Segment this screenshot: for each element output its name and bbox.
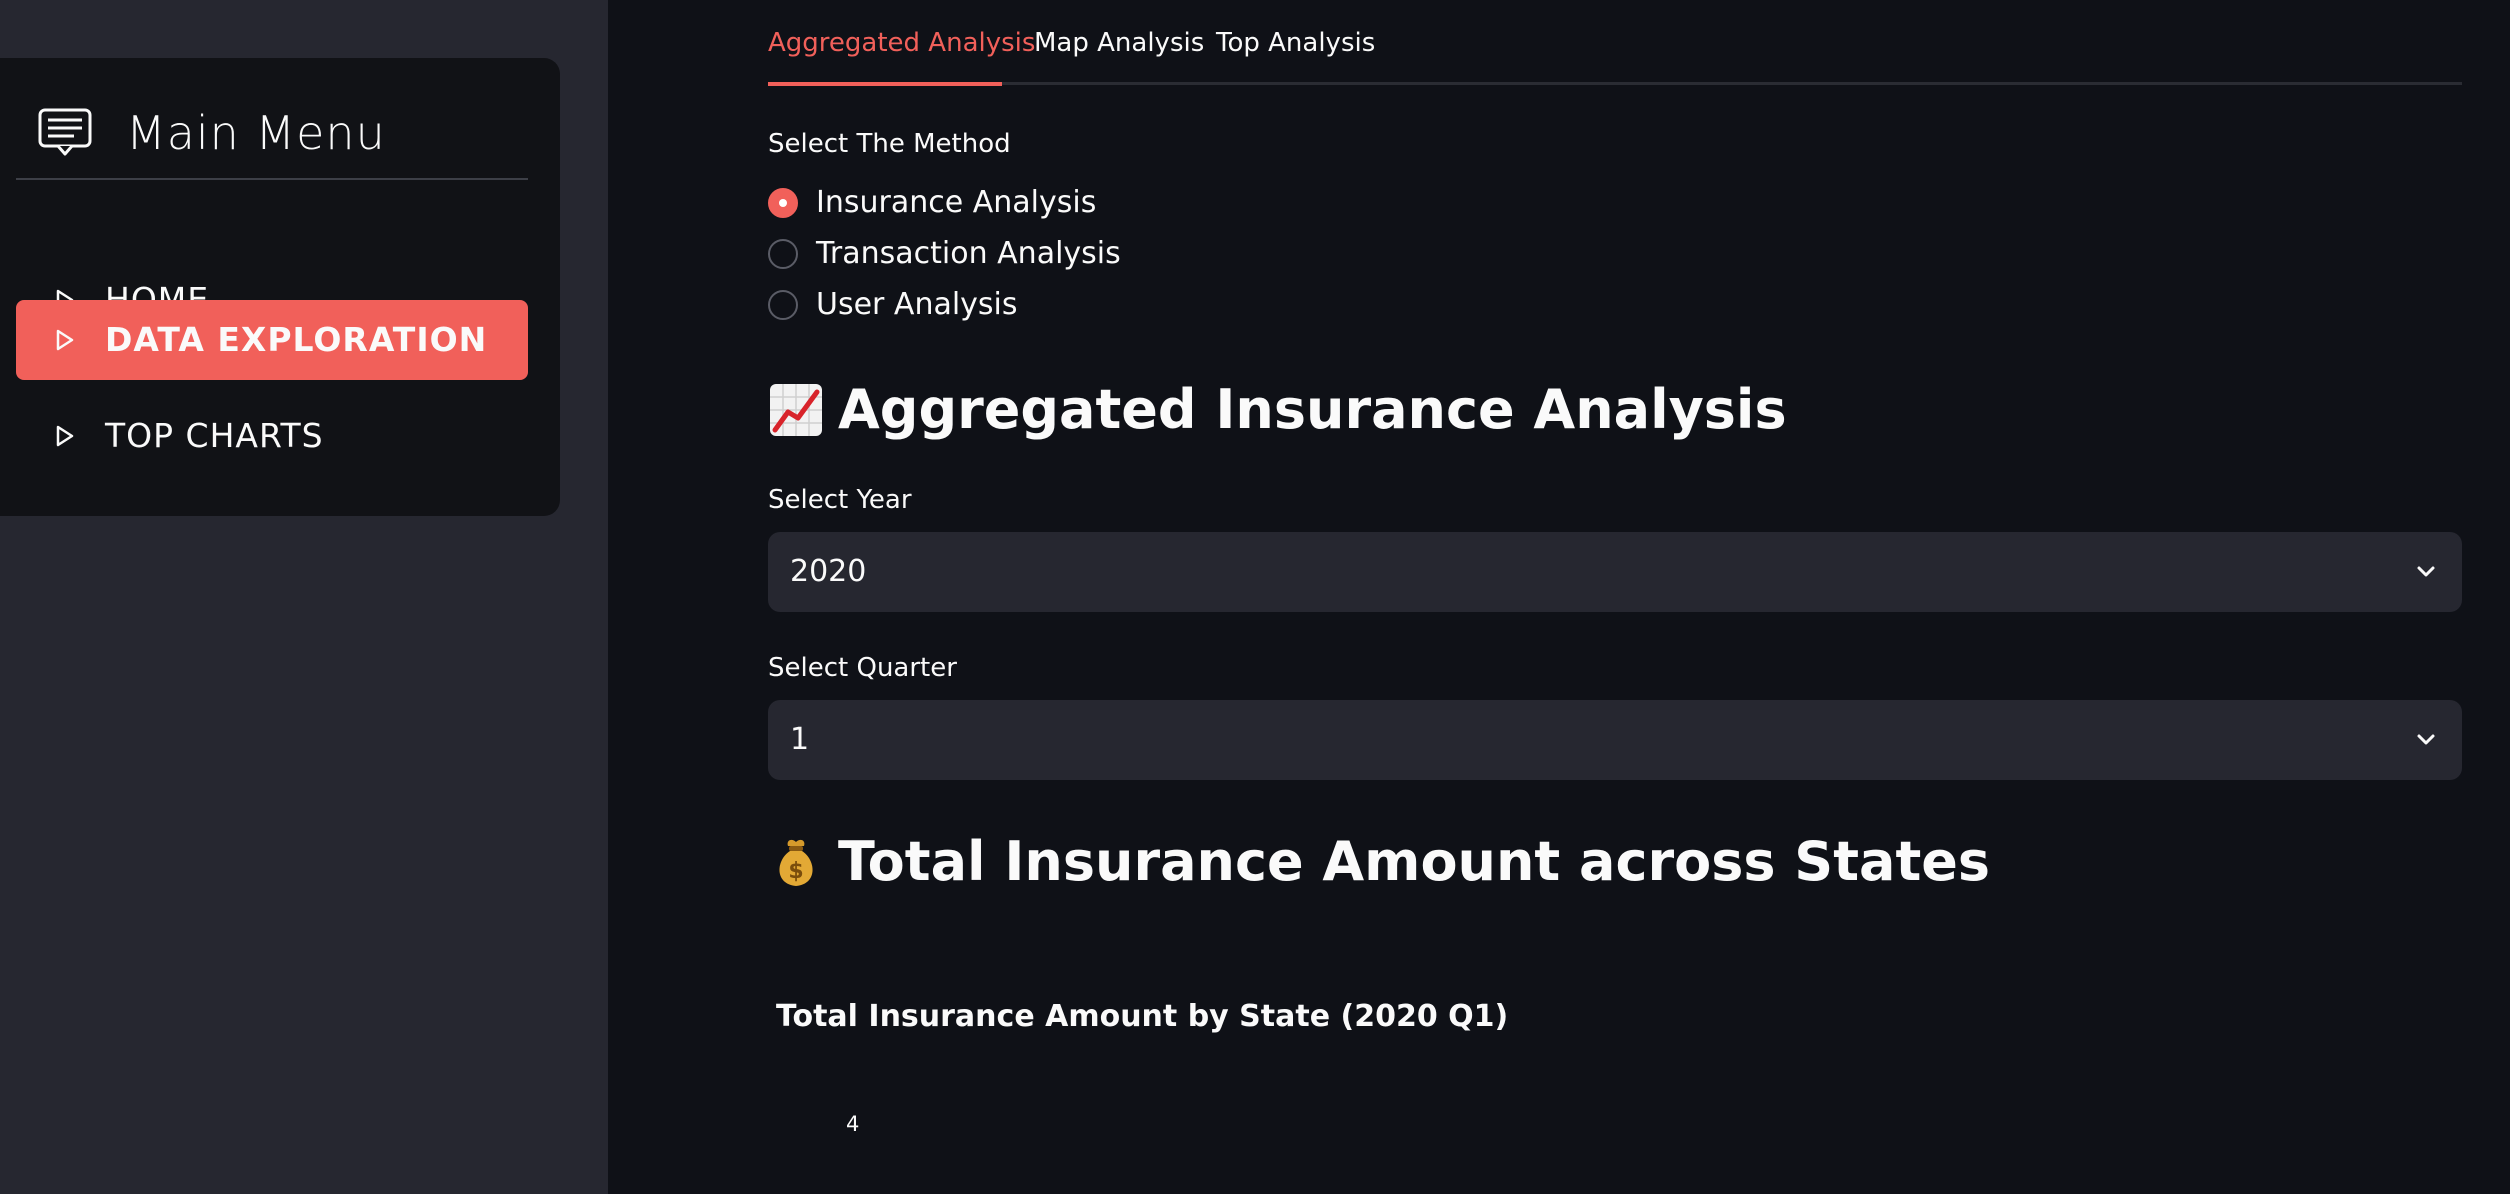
method-label: Select The Method (768, 129, 1011, 159)
year-select[interactable]: 2020 (768, 532, 2462, 612)
sidebar-item-top-charts[interactable]: TOP CHARTS (16, 396, 528, 476)
main-menu-title: Main Menu (126, 106, 386, 160)
quarter-select[interactable]: 1 (768, 700, 2462, 780)
sidebar: Main Menu HOME DATA EXPLORATION TOP CHAR… (0, 0, 608, 1194)
menu-card-icon (38, 108, 92, 156)
radio-button[interactable] (768, 188, 798, 218)
section-heading: Aggregated Insurance Analysis (768, 370, 1787, 450)
menu-divider (16, 178, 528, 180)
chart-increasing-emoji (770, 384, 822, 436)
sidebar-item-label: DATA EXPLORATION (105, 320, 488, 359)
section-heading-text: Aggregated Insurance Analysis (838, 378, 1787, 441)
quarter-select-value: 1 (790, 722, 810, 757)
main-menu-header: Main Menu (38, 98, 528, 182)
active-tab-indicator (768, 82, 1002, 86)
tab-aggregated-analysis[interactable]: Aggregated Analysis (768, 22, 1035, 64)
radio-insurance-analysis[interactable]: Insurance Analysis (768, 178, 1096, 228)
svg-text:$: $ (788, 859, 803, 884)
main-content: Aggregated Analysis Map Analysis Top Ana… (608, 0, 2510, 1194)
sidebar-item-label: TOP CHARTS (105, 416, 324, 455)
chart-title: Total Insurance Amount by State (2020 Q1… (776, 999, 1509, 1034)
main-menu-card: Main Menu HOME DATA EXPLORATION TOP CHAR… (0, 58, 560, 516)
radio-label: User Analysis (816, 287, 1018, 322)
radio-label: Transaction Analysis (816, 236, 1121, 271)
play-triangle-icon (56, 329, 74, 351)
radio-user-analysis[interactable]: User Analysis (768, 280, 1018, 330)
play-triangle-icon (56, 425, 74, 447)
quarter-label: Select Quarter (768, 653, 957, 683)
chart-section-heading-text: Total Insurance Amount across States (838, 830, 1991, 893)
radio-transaction-analysis[interactable]: Transaction Analysis (768, 229, 1121, 279)
chart-section-heading: $ Total Insurance Amount across States (768, 822, 1990, 902)
sidebar-item-data-exploration[interactable]: DATA EXPLORATION (16, 300, 528, 380)
radio-label: Insurance Analysis (816, 185, 1097, 220)
radio-button[interactable] (768, 239, 798, 269)
tab-map-analysis[interactable]: Map Analysis (1034, 22, 1204, 64)
chevron-down-icon (2417, 734, 2435, 745)
year-label: Select Year (768, 485, 912, 515)
tab-bar-divider (768, 82, 2462, 85)
year-select-value: 2020 (790, 554, 867, 589)
y-axis-tick-label: 4 (846, 1112, 860, 1136)
tab-bar: Aggregated Analysis Map Analysis Top Ana… (768, 0, 2462, 86)
tab-top-analysis[interactable]: Top Analysis (1216, 22, 1375, 64)
money-bag-emoji: $ (779, 839, 813, 886)
chevron-down-icon (2417, 566, 2435, 577)
radio-button[interactable] (768, 290, 798, 320)
